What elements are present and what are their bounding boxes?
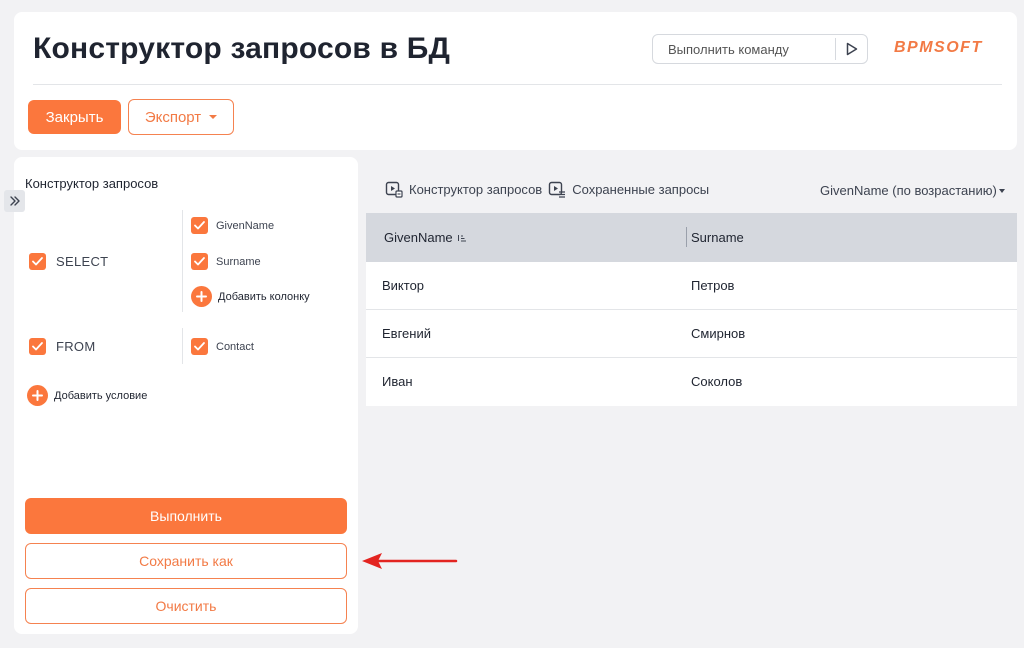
table-row[interactable]: Евгений Смирнов — [366, 310, 1017, 358]
chevron-down-icon — [998, 189, 1005, 193]
header-panel: Конструктор запросов в БД BPMSOFT Закрыт… — [14, 12, 1017, 150]
field-checkbox-givenname[interactable] — [191, 217, 208, 234]
table-header: GivenName Surname — [366, 213, 1017, 262]
table-row[interactable]: Иван Соколов — [366, 358, 1017, 406]
table-label-contact: Contact — [216, 341, 254, 353]
page-title: Конструктор запросов в БД — [33, 32, 451, 65]
tab-saved-queries[interactable]: Сохраненные запросы — [548, 180, 709, 198]
add-column-button[interactable] — [191, 286, 212, 307]
cell-givenname: Иван — [382, 374, 413, 389]
tab-query-builder[interactable]: Конструктор запросов — [385, 180, 542, 198]
select-divider — [182, 210, 183, 312]
play-icon — [846, 42, 858, 56]
check-icon — [194, 257, 205, 266]
cell-givenname: Виктор — [382, 278, 425, 293]
export-button-label: Экспорт — [144, 108, 202, 126]
header-divider — [33, 84, 1002, 85]
select-keyword: SELECT — [56, 254, 109, 269]
command-separator — [835, 38, 836, 60]
run-button[interactable]: Выполнить — [25, 498, 347, 534]
results-tabs: Конструктор запросов Сохраненные запросы — [385, 180, 715, 198]
sort-dropdown[interactable]: GivenName (по возрастанию) — [820, 183, 1005, 198]
column-header-label: Surname — [691, 230, 744, 245]
plus-icon — [196, 291, 207, 302]
export-button[interactable]: Экспорт — [128, 99, 234, 135]
field-label-givenname: GivenName — [216, 220, 275, 232]
sort-ascending-icon — [457, 234, 466, 241]
command-input[interactable] — [653, 35, 835, 63]
check-icon — [194, 221, 205, 230]
column-header-surname[interactable]: Surname — [691, 213, 744, 262]
cell-surname: Петров — [691, 278, 735, 293]
collapse-panel-button[interactable] — [4, 190, 25, 212]
sort-dropdown-label: GivenName (по возрастанию) — [820, 183, 997, 198]
column-header-givenname[interactable]: GivenName — [384, 213, 467, 262]
builder-title: Конструктор запросов — [25, 176, 159, 191]
from-keyword: FROM — [56, 339, 96, 354]
save-as-button[interactable]: Сохранить как — [25, 543, 347, 579]
cell-surname: Смирнов — [691, 326, 746, 341]
tab-saved-queries-label: Сохраненные запросы — [572, 181, 710, 197]
select-checkbox[interactable] — [29, 253, 46, 270]
check-icon — [194, 342, 205, 351]
add-condition-label[interactable]: Добавить условие — [54, 390, 147, 402]
column-resize-handle[interactable] — [686, 227, 687, 247]
saved-queries-icon — [549, 181, 566, 198]
clear-button[interactable]: Очистить — [25, 588, 347, 624]
check-icon — [32, 342, 43, 351]
run-command-button[interactable] — [840, 38, 864, 60]
query-builder-icon — [385, 181, 403, 198]
annotation-arrow-icon — [362, 553, 458, 569]
logo: BPMSOFT — [894, 39, 983, 56]
table-row[interactable]: Виктор Петров — [366, 262, 1017, 310]
results-table: GivenName Surname Виктор Петров Евгений … — [366, 213, 1017, 406]
tab-query-builder-label: Конструктор запросов — [409, 181, 543, 197]
from-divider — [182, 328, 183, 364]
close-button[interactable]: Закрыть — [28, 100, 121, 134]
field-checkbox-surname[interactable] — [191, 253, 208, 270]
plus-icon — [32, 390, 43, 401]
table-checkbox-contact[interactable] — [191, 338, 208, 355]
check-icon — [32, 257, 43, 266]
chevron-down-icon — [209, 115, 218, 119]
cell-givenname: Евгений — [382, 326, 431, 341]
command-box — [652, 34, 868, 64]
add-condition-button[interactable] — [27, 385, 48, 406]
from-checkbox[interactable] — [29, 338, 46, 355]
column-header-label: GivenName — [384, 230, 453, 245]
add-column-label[interactable]: Добавить колонку — [218, 291, 310, 303]
cell-surname: Соколов — [691, 374, 743, 389]
field-label-surname: Surname — [216, 256, 261, 268]
double-chevron-right-icon — [9, 196, 20, 206]
query-builder-panel: Конструктор запросов SELECT GivenName Su… — [14, 157, 358, 634]
